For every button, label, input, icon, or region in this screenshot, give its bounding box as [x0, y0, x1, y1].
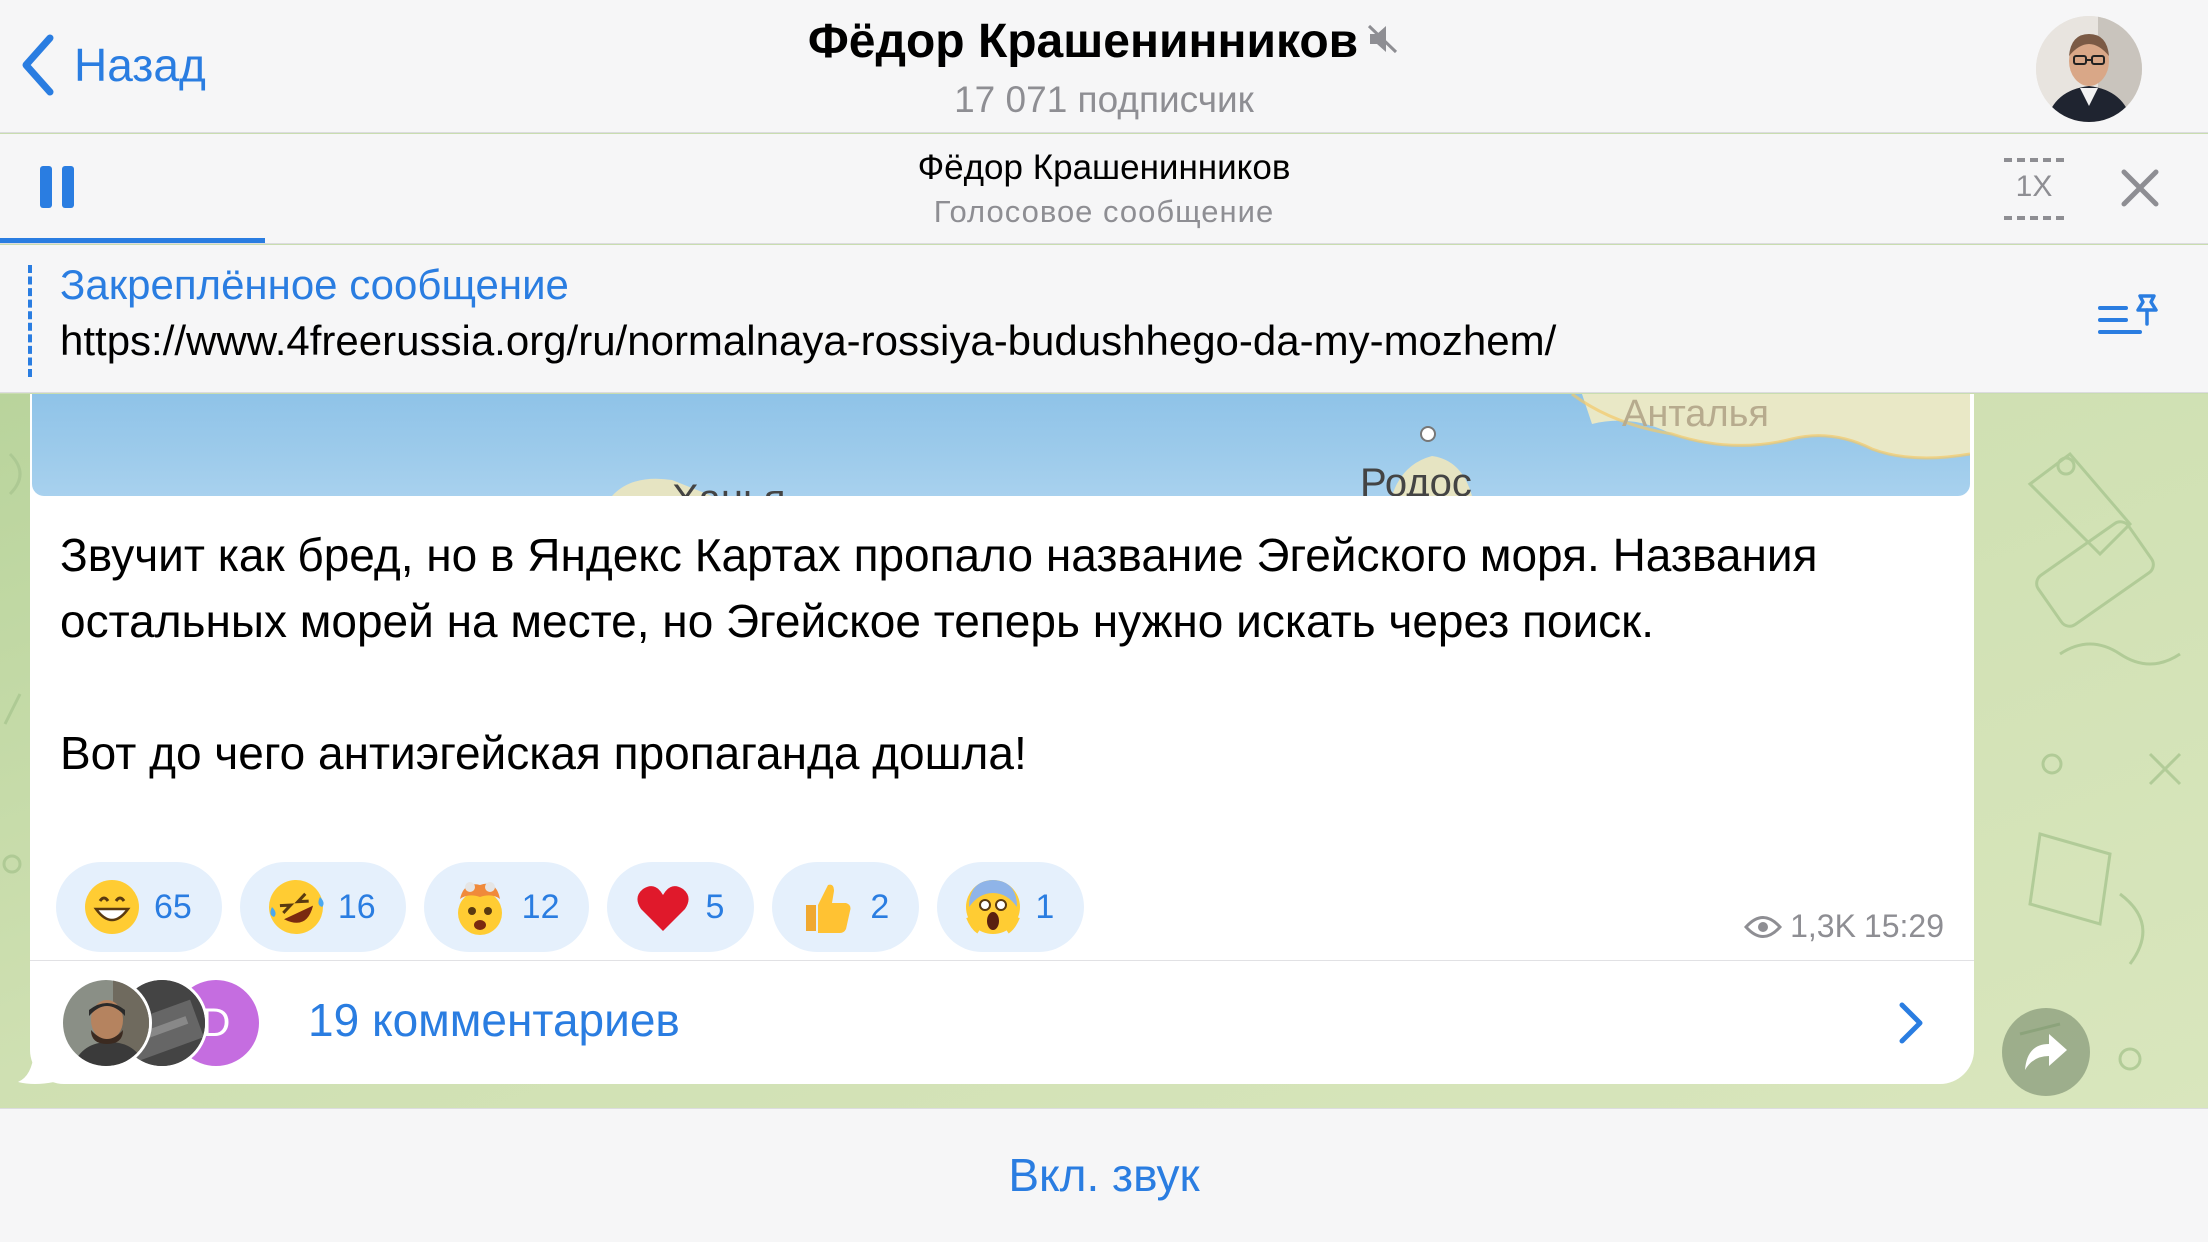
- reaction-thumbs-up[interactable]: 2: [772, 862, 920, 952]
- message-time: 15:29: [1863, 908, 1944, 944]
- channel-title-block[interactable]: Фёдор Крашенинников 17 071 подписчик: [0, 14, 2208, 121]
- player-title: Фёдор Крашенинников: [917, 148, 1291, 187]
- reaction-count: 2: [870, 887, 890, 926]
- channel-name: Фёдор Крашенинников: [807, 15, 1359, 68]
- pinned-text: https://www.4freerussia.org/ru/normalnay…: [60, 317, 1557, 364]
- pinned-title: Закреплённое сообщение: [60, 261, 569, 308]
- red-heart-icon: [633, 877, 693, 937]
- share-button[interactable]: [2002, 1008, 2090, 1096]
- commenter-avatars: D: [60, 977, 280, 1069]
- message-meta: 1,3K 15:29: [1744, 908, 1944, 945]
- view-count: 1,3K: [1790, 908, 1856, 944]
- message-bubble[interactable]: Анталья Родос Ханья Звучит как бред, но …: [30, 394, 1974, 1084]
- message-text: Звучит как бред, но в Яндекс Картах проп…: [60, 522, 1940, 786]
- eye-icon: [1744, 915, 1783, 938]
- rolling-laughing-face-icon: [266, 877, 326, 937]
- bottom-bar: Вкл. звук: [0, 1108, 2208, 1242]
- reaction-grinning[interactable]: 65: [56, 862, 222, 952]
- map-label-antalya: Анталья: [1622, 394, 1769, 435]
- map-image[interactable]: Анталья Родос Ханья: [32, 394, 1970, 496]
- subscriber-count: 17 071 подписчик: [954, 79, 1254, 120]
- pinned-list-button[interactable]: [2096, 292, 2160, 344]
- map-image-graphic: Анталья Родос Ханья: [612, 394, 1970, 496]
- reaction-count: 65: [154, 887, 192, 926]
- comments-button[interactable]: D 19 комментариев: [30, 960, 1974, 1084]
- reaction-count: 1: [1035, 887, 1055, 926]
- unmute-button[interactable]: Вкл. звук: [1008, 1148, 1199, 1202]
- screaming-face-icon: [963, 877, 1023, 937]
- reaction-scream[interactable]: 1: [937, 862, 1085, 952]
- reaction-heart[interactable]: 5: [607, 862, 755, 952]
- reaction-count: 5: [705, 887, 725, 926]
- close-player-button[interactable]: [2118, 166, 2162, 210]
- reaction-count: 16: [337, 887, 376, 926]
- reaction-count: 12: [521, 887, 560, 926]
- reaction-rofl[interactable]: 16: [239, 862, 406, 952]
- audio-player-bar[interactable]: Фёдор Крашенинников Голосовое сообщение …: [0, 134, 2208, 244]
- message-paragraph: Вот до чего антиэгейская пропаганда дошл…: [60, 727, 1027, 779]
- map-label-chania: Ханья: [672, 477, 786, 496]
- speed-dash-bottom: [2004, 216, 2064, 220]
- player-subtitle: Голосовое сообщение: [933, 194, 1275, 229]
- player-progress-bar: [0, 238, 265, 243]
- exploding-head-icon: [450, 877, 510, 937]
- pin-list-icon: [2098, 294, 2158, 334]
- thumbs-up-icon: [798, 877, 858, 937]
- share-arrow-icon: [2025, 1034, 2067, 1070]
- playback-speed-button[interactable]: 1X: [2004, 154, 2064, 224]
- reactions-row: 65 16 12 5 2 1: [56, 862, 1085, 952]
- commenter-avatar: [60, 977, 152, 1069]
- speed-dash-top: [2004, 158, 2064, 162]
- chevron-right-icon: [1899, 1002, 1923, 1044]
- close-icon: [2121, 169, 2159, 207]
- grinning-face-icon: [82, 877, 142, 937]
- map-label-rhodes: Родос: [1360, 461, 1472, 496]
- pinned-message-bar[interactable]: Закреплённое сообщение https://www.4free…: [0, 245, 2208, 393]
- pinned-indicator: [28, 265, 32, 377]
- playback-speed-label: 1X: [2015, 170, 2053, 203]
- message-paragraph: Звучит как бред, но в Яндекс Картах проп…: [60, 529, 1818, 647]
- muted-speaker-icon: [1366, 22, 1400, 61]
- channel-avatar[interactable]: [2036, 16, 2142, 122]
- comments-label: 19 комментариев: [308, 994, 680, 1046]
- reaction-exploding-head[interactable]: 12: [423, 862, 590, 952]
- chat-header: Назад Фёдор Крашенинников 17 071 подписч…: [0, 0, 2208, 133]
